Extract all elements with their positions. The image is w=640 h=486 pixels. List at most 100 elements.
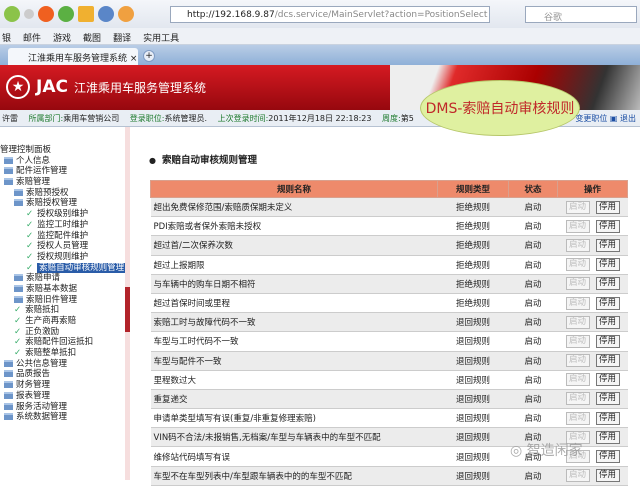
collapse-handle[interactable] [125,287,130,332]
bookmark-games[interactable]: 游戏 [53,31,71,44]
dept: 乘用车营销公司 [63,114,120,123]
rule-type: 拒绝规则 [437,216,509,237]
search-placeholder: 谷歌 [544,13,563,23]
sidebar-item-label: 生产商再索赔 [25,316,77,326]
sidebar-item[interactable]: 公共信息管理 [0,359,125,370]
check-icon: ✓ [26,209,34,220]
undo-icon[interactable] [98,6,114,22]
rule-status: 启动 [508,235,558,256]
sidebar-title: 管理控制面板 [0,145,52,155]
paw-icon[interactable] [118,6,134,22]
disable-button[interactable]: 停用 [595,315,620,329]
dept-label: 所属部门: [28,114,64,123]
dropdown-icon[interactable] [24,9,34,19]
sidebar-item-label: 索赔授权管理 [26,198,78,209]
disable-button[interactable]: 停用 [595,411,620,425]
folder-icon [4,402,13,410]
refresh-icon[interactable] [58,6,74,22]
disable-button[interactable]: 停用 [595,296,620,310]
sidebar-item[interactable]: ✓ 索赔配件回运抵扣 [0,337,125,348]
system-name: 江淮乘用车服务管理系统 [73,80,206,95]
rule-name: 超过首保时间或里程 [150,293,438,314]
sidebar-item[interactable]: ✓ 索赔整单抵扣 [0,348,125,359]
enable-button: 启动 [565,411,590,425]
change-role-link[interactable]: 变更职位 [575,114,607,123]
page-title: 索赔自动审核规则管理 [162,152,257,166]
tab-title: 江淮乘用车服务管理系统 [28,54,128,64]
stop-icon[interactable] [38,6,54,22]
disable-button[interactable]: 停用 [595,238,620,252]
sidebar-item[interactable]: ✓ 索赔自动审核规则管理 [0,262,127,274]
bookmark-tools[interactable]: 实用工具 [143,31,179,44]
sidebar-item[interactable]: 财务管理 [0,380,125,391]
bookmark-mail[interactable]: 邮件 [23,31,41,44]
sidebar-item[interactable]: ✓ 监控配件维护 [0,231,125,242]
rule-name: 重复递交 [150,389,438,410]
sidebar-item[interactable]: 索赔管理 [0,177,125,188]
check-icon: ✓ [14,326,22,337]
sidebar-item[interactable]: 索赔申请 [0,273,125,284]
rule-status: 启动 [508,408,558,429]
home-icon[interactable] [78,6,94,22]
enable-button: 启动 [565,277,590,291]
disable-button[interactable]: 停用 [595,334,620,348]
disable-button[interactable]: 停用 [595,469,620,483]
bookmarks-bar: 银 邮件 游戏 截图 翻译 实用工具 [0,28,640,45]
rule-status: 启动 [508,331,558,352]
sidebar-item[interactable]: 索赔预授权 [0,188,125,199]
rule-name: 里程数过大 [150,370,438,390]
sidebar-item-label: 授权人员管理 [37,241,89,252]
sidebar-item-label: 监控工时维护 [37,219,89,230]
splitter[interactable] [125,127,130,480]
sidebar-item[interactable]: 索赔授权管理 [0,198,125,209]
sidebar-item[interactable]: ✓ 授权级别维护 [0,209,125,220]
rule-type: 退回规则 [437,370,509,390]
url-host: http://192.168.9.87 [187,10,275,20]
tab-active[interactable]: 江淮乘用车服务管理系统 × [8,48,138,65]
week: 第5 [400,114,414,123]
sidebar-item[interactable]: 报表管理 [0,391,125,402]
folder-icon [14,284,23,292]
new-tab-button[interactable]: + [143,50,155,62]
bookmark-screenshot[interactable]: 截图 [83,31,101,44]
bookmark[interactable]: 银 [2,31,11,44]
bookmark-translate[interactable]: 翻译 [113,31,131,44]
sidebar-item[interactable]: 服务活动管理 [0,402,125,413]
sidebar-item-label: 个人信息 [16,155,51,166]
url-path: /dcs.service/MainServlet?action=Position… [274,10,488,20]
logout-link[interactable]: 退出 [620,114,636,123]
rule-actions: 启动 停用 [557,370,628,390]
sidebar-item[interactable]: 索赔基本数据 [0,284,125,295]
disable-button[interactable]: 停用 [595,430,620,444]
sidebar-item[interactable]: ✓ 索赔抵扣 [0,305,125,316]
rule-type: 拒绝规则 [437,274,509,294]
folder-icon [4,178,13,186]
disable-button[interactable]: 停用 [595,219,620,233]
search-input[interactable]: 谷歌 [525,6,637,23]
disable-button[interactable]: 停用 [595,373,620,387]
sidebar-item[interactable]: 系统数据管理 [0,412,125,423]
sidebar-item[interactable]: ✓ 授权规则维护 [0,252,125,263]
sidebar-item[interactable]: 品质报告 [0,369,125,380]
sidebar-item[interactable]: 配件运作管理 [0,166,125,177]
disable-button[interactable]: 停用 [595,354,620,368]
sidebar-item-label: 授权级别维护 [37,209,89,220]
sidebar-item[interactable]: ✓ 授权人员管理 [0,241,125,252]
rule-type: 退回规则 [437,408,509,429]
sidebar-item[interactable]: ✓ 正负激励 [0,327,125,338]
sidebar-item[interactable]: ✓ 生产商再索赔 [0,316,125,327]
back-icon[interactable] [4,6,20,22]
folder-icon [14,295,23,303]
sidebar-item-label: 索赔申请 [26,273,61,284]
sidebar-item[interactable]: ✓ 监控工时维护 [0,220,125,231]
disable-button[interactable]: 停用 [595,450,620,464]
disable-button[interactable]: 停用 [595,392,620,406]
table-row: 超过上报期限 拒绝规则 启动 启动 停用 [150,255,628,275]
disable-button[interactable]: 停用 [595,258,620,272]
address-bar[interactable]: http://192.168.9.87/dcs.service/MainServ… [170,6,490,23]
sidebar-item[interactable]: 个人信息 [0,156,125,167]
disable-button[interactable]: 停用 [595,200,620,214]
disable-button[interactable]: 停用 [595,277,620,291]
tab-bar: 江淮乘用车服务管理系统 × + [0,45,640,65]
sidebar-item[interactable]: 索赔旧件管理 [0,295,125,306]
